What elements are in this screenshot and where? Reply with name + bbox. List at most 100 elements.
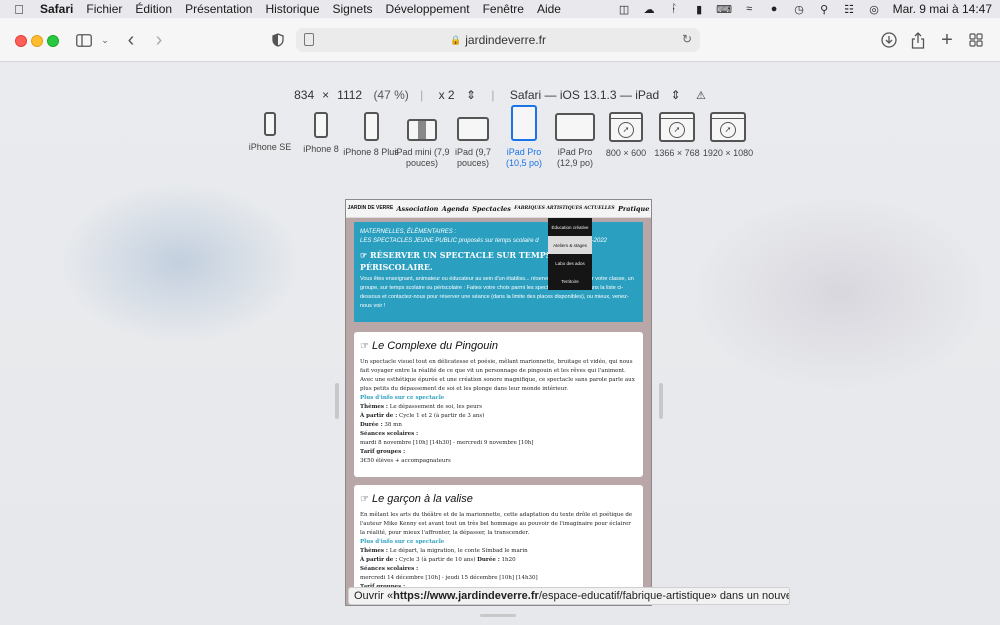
resize-handle-bottom[interactable] xyxy=(480,614,516,617)
hand-icon: ☞ xyxy=(360,250,370,260)
field-label: Durée : xyxy=(477,557,500,563)
back-icon[interactable]: ‹ xyxy=(124,29,138,51)
hand-icon: ☞ xyxy=(360,341,369,352)
nav-agenda[interactable]: Agenda xyxy=(442,205,469,213)
banner-subtitle-text: LES SPECTACLES JEUNE PUBLIC proposés sur… xyxy=(360,238,539,244)
device-label: 800 × 600 xyxy=(605,148,647,158)
menu-signets[interactable]: Signets xyxy=(333,2,373,16)
tablet-icon xyxy=(407,119,437,141)
reload-icon[interactable]: ↻ xyxy=(682,32,692,46)
dropdown-item-labo[interactable]: Labo des ados xyxy=(548,254,592,272)
dropdown-item-education[interactable]: Éducation créative xyxy=(548,218,592,236)
device-iphone-8-plus[interactable]: iPhone 8 Plus xyxy=(343,112,399,158)
show-more-link[interactable]: Plus d'info sur ce spectacle xyxy=(360,538,637,547)
sidebar-toggle-icon[interactable] xyxy=(75,30,93,50)
browser-window-icon: ➚ xyxy=(609,112,643,142)
show-sessions-value: mardi 8 novembre [10h] [14h30] - mercred… xyxy=(360,440,534,446)
forward-icon[interactable]: › xyxy=(152,29,166,51)
device-ipad-mini[interactable]: iPad mini (7,9 pouces) xyxy=(394,112,450,169)
phone-icon xyxy=(363,112,379,141)
warning-icon[interactable]: ⚠ xyxy=(696,89,706,102)
device-viewport[interactable]: JARDIN DE VERRE Association Agenda Spect… xyxy=(345,199,652,606)
tablet-icon xyxy=(555,113,595,141)
separator: | xyxy=(491,88,495,102)
status-bar: Ouvrir « https://www.jardindeverre.fr/es… xyxy=(348,587,790,605)
resize-handle-left[interactable] xyxy=(335,383,339,419)
device-1920x1080[interactable]: ➚ 1920 × 1080 xyxy=(700,112,756,159)
menu-aide[interactable]: Aide xyxy=(537,2,561,16)
downloads-icon[interactable] xyxy=(880,30,898,50)
battery-icon[interactable]: ▮ xyxy=(687,0,712,18)
time-machine-icon[interactable]: ◷ xyxy=(787,0,812,18)
nav-pratique[interactable]: Pratique xyxy=(618,205,649,213)
menu-presentation[interactable]: Présentation xyxy=(185,2,252,16)
field-label: Tarif groupes : xyxy=(360,449,406,455)
close-window-button[interactable] xyxy=(15,35,27,47)
device-label: iPad Pro (12,9 po) xyxy=(556,147,594,168)
site-navigation: JARDIN DE VERRE Association Agenda Spect… xyxy=(346,200,651,218)
compass-icon: ➚ xyxy=(618,121,634,138)
minimize-window-button[interactable] xyxy=(31,35,43,47)
keyboard-icon[interactable]: ⌨ xyxy=(712,0,737,18)
responsive-design-mode: 834 × 1112 (47 %) | x 2 ⇕ | Safari — iOS 1… xyxy=(0,62,1000,625)
device-1366x768[interactable]: ➚ 1366 × 768 xyxy=(649,112,705,159)
creative-cloud-icon[interactable]: ☁ xyxy=(637,0,662,18)
viewport-height[interactable]: 1112 xyxy=(337,88,362,102)
tab-overview-icon[interactable] xyxy=(967,30,985,50)
site-logo[interactable]: JARDIN DE VERRE xyxy=(348,206,394,211)
privacy-shield-icon[interactable] xyxy=(270,30,286,50)
control-center-icon[interactable]: ☷ xyxy=(837,0,862,18)
tablet-icon xyxy=(457,117,489,141)
address-text[interactable]: jardindeverre.fr xyxy=(465,33,546,47)
device-ipad-pro-12-9[interactable]: iPad Pro (12,9 po) xyxy=(547,112,603,169)
background-blur xyxy=(60,182,300,342)
field-label: Durée : xyxy=(360,422,383,428)
viewport-width[interactable]: 834 xyxy=(294,88,314,102)
menu-clock[interactable]: Mar. 9 mai à 14:47 xyxy=(893,2,992,16)
device-ipad-pro-10-5[interactable]: iPad Pro (10,5 po) xyxy=(496,105,552,169)
bluetooth-icon[interactable]: ᛛ xyxy=(662,0,687,18)
apple-menu-icon[interactable]:  xyxy=(8,2,30,17)
new-tab-icon[interactable]: + xyxy=(938,29,956,51)
show-more-link[interactable]: Plus d'info sur ce spectacle xyxy=(360,394,637,403)
menu-edition[interactable]: Édition xyxy=(135,2,172,16)
pixel-ratio-select[interactable]: x 2 ⇕ xyxy=(435,88,480,102)
stepper-icon: ⇕ xyxy=(670,88,681,102)
dropdown-item-territoire[interactable]: Territoire xyxy=(548,272,592,290)
share-icon[interactable] xyxy=(909,30,927,50)
dropdown-item-ateliers[interactable]: Ateliers & stages xyxy=(548,236,592,254)
nav-fabriques[interactable]: FABRIQUES ARTISTIQUES ACTUELLES xyxy=(514,206,614,211)
stepper-icon: ⇕ xyxy=(465,88,477,102)
siri-icon[interactable]: ◎ xyxy=(862,0,887,18)
user-agent-select[interactable]: Safari — iOS 13.1.3 — iPad ⇕ xyxy=(506,88,685,102)
field-value: 1h20 xyxy=(501,557,516,563)
nav-association[interactable]: Association xyxy=(397,205,439,213)
menu-historique[interactable]: Historique xyxy=(265,2,319,16)
menu-fenetre[interactable]: Fenêtre xyxy=(483,2,524,16)
device-presets: iPhone SE iPhone 8 iPhone 8 Plus iPad mi… xyxy=(248,105,758,192)
wifi-icon[interactable]: ≈ xyxy=(737,0,762,18)
user-icon[interactable]: ● xyxy=(762,0,787,18)
spotlight-search-icon[interactable]: ⚲ xyxy=(812,0,837,18)
times-sign: × xyxy=(322,88,330,102)
show-title: ☞ Le garçon à la valise xyxy=(360,493,637,505)
menu-app[interactable]: Safari xyxy=(40,2,73,16)
zoom-window-button[interactable] xyxy=(47,35,59,47)
field-value: Cycle 3 (à partir de 10 ans) xyxy=(398,557,476,563)
address-bar[interactable]: 🔒 jardindeverre.fr ↻ xyxy=(296,28,700,52)
menu-developpement[interactable]: Développement xyxy=(386,2,470,16)
device-ipad[interactable]: iPad (9,7 pouces) xyxy=(445,112,501,169)
show-age: À partir de : Cycle 3 (à partir de 10 an… xyxy=(360,556,637,565)
resize-handle-right[interactable] xyxy=(659,383,663,419)
menu-fichier[interactable]: Fichier xyxy=(86,2,122,16)
show-description: Un spectacle visuel tout en délicatesse … xyxy=(360,359,635,392)
device-iphone-8[interactable]: iPhone 8 xyxy=(293,112,349,155)
field-label: Thèmes : xyxy=(360,548,388,554)
device-iphone-se[interactable]: iPhone SE xyxy=(242,112,298,153)
chevron-down-icon[interactable]: ⌄ xyxy=(99,30,111,50)
screen-mirroring-icon[interactable]: ◫ xyxy=(612,0,637,18)
nav-spectacles[interactable]: Spectacles xyxy=(472,205,511,213)
device-800x600[interactable]: ➚ 800 × 600 xyxy=(598,112,654,159)
show-card: ☞ Le Complexe du Pingouin Un spectacle vi… xyxy=(354,332,643,477)
field-label: Séances scolaires : xyxy=(360,431,419,437)
